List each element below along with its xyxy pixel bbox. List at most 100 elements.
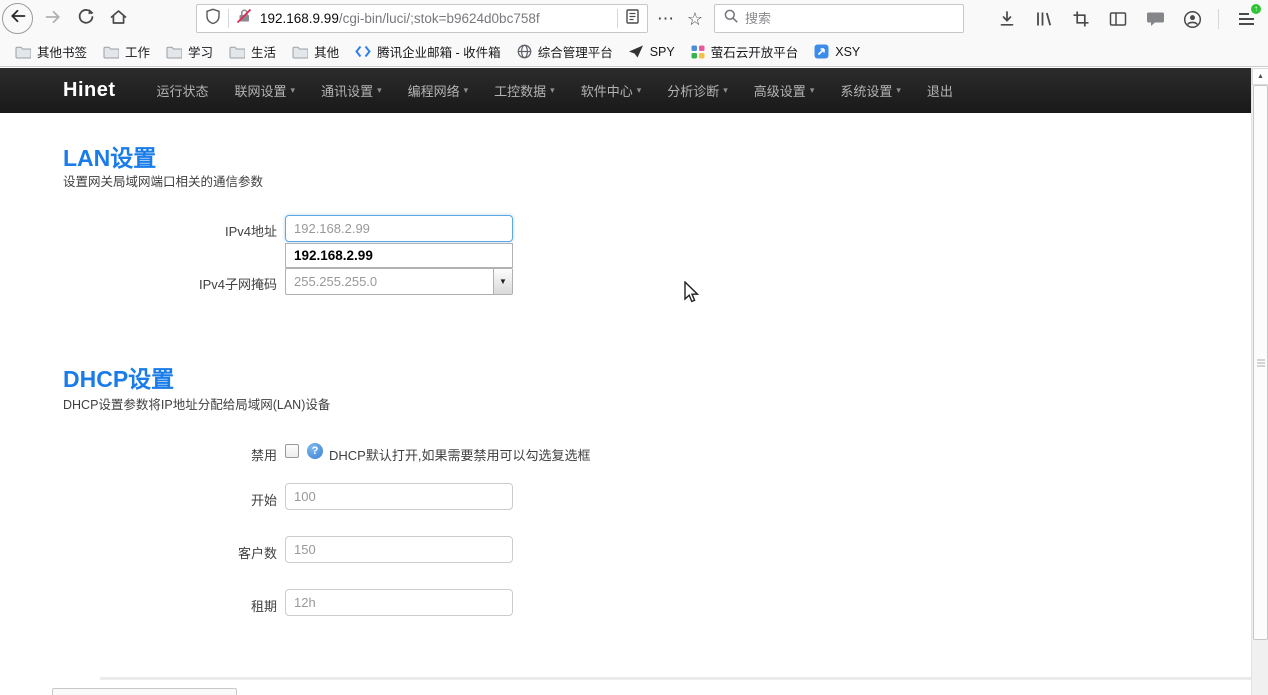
reload-button[interactable] — [74, 7, 98, 31]
dhcp-lease-input[interactable] — [285, 589, 513, 616]
nav-item-label: 分析诊断 — [667, 81, 719, 100]
account-icon — [1183, 10, 1202, 29]
page-scrollbar[interactable]: ▲ — [1251, 68, 1268, 695]
bookmark-label: 综合管理平台 — [538, 42, 613, 61]
nav-item-software-center[interactable]: 软件中心 ▾ — [568, 75, 655, 106]
caret-down-icon: ▾ — [637, 85, 642, 96]
bookmark-ezviz-platform[interactable]: 萤石云开放平台 — [683, 39, 807, 64]
screenshot-button[interactable] — [1070, 8, 1092, 30]
nav-item-status[interactable]: 运行状态 — [144, 75, 222, 106]
dhcp-disable-hint: DHCP默认打开,如果需要禁用可以勾选复选框 — [329, 445, 590, 464]
nav-item-industrial-data[interactable]: 工控数据▾ — [481, 75, 568, 106]
folder-icon — [166, 45, 182, 59]
nav-item-label: 联网设置 — [235, 81, 287, 100]
url-host: 192.168.9.99 — [260, 11, 339, 26]
forward-button[interactable] — [41, 7, 65, 31]
back-button[interactable] — [2, 3, 33, 34]
section-divider — [100, 677, 1251, 680]
update-badge: ↑ — [1249, 2, 1263, 16]
url-text: 192.168.9.99/cgi-bin/luci/;stok=b9624d0b… — [260, 11, 610, 26]
url-bar[interactable]: 192.168.9.99/cgi-bin/luci/;stok=b9624d0b… — [196, 4, 648, 33]
caret-down-icon: ▾ — [723, 85, 728, 96]
sidebar-button[interactable] — [1107, 8, 1129, 30]
folder-icon — [292, 45, 308, 59]
chat-bubble-icon — [1146, 11, 1165, 28]
nav-item-comm-settings[interactable]: 通讯设置▾ — [308, 75, 395, 106]
messages-button[interactable] — [1144, 8, 1166, 30]
app-menu-button[interactable]: ↑ — [1234, 7, 1258, 31]
partial-element — [52, 688, 237, 695]
shield-icon[interactable] — [205, 8, 221, 30]
nav-item-programming-network[interactable]: 编程网络 ▾ — [395, 75, 482, 106]
bookmark-folder-life[interactable]: 生活 — [221, 39, 284, 64]
page-actions-button[interactable]: ⋯ — [653, 6, 679, 32]
dhcp-disable-checkbox[interactable] — [285, 444, 299, 458]
bookmark-label: 工作 — [125, 42, 150, 61]
scrollbar-up-button[interactable]: ▲ — [1252, 68, 1268, 85]
account-button[interactable] — [1181, 8, 1203, 30]
ipv4-address-input[interactable] — [285, 215, 513, 242]
search-icon — [723, 8, 739, 29]
dhcp-limit-label: 客户数 — [62, 543, 277, 562]
site-navbar: Hinet 运行状态 联网设置▾ 通讯设置▾ 编程网络▾ 工控数据▾ 软件中心▾… — [0, 68, 1251, 113]
search-bar[interactable] — [714, 4, 964, 33]
sidebar-icon — [1109, 11, 1127, 27]
bookmark-label: 其他 — [314, 42, 339, 61]
back-arrow-icon — [9, 7, 27, 30]
paper-plane-icon — [629, 45, 644, 58]
url-separator-right — [617, 9, 618, 28]
bookmark-folder-work[interactable]: 工作 — [95, 39, 158, 64]
bookmark-label: 萤石云开放平台 — [711, 42, 799, 61]
page-content: LAN设置 设置网关局域网端口相关的通信参数 IPv4地址 192.168.2.… — [0, 113, 1251, 695]
search-input[interactable] — [745, 11, 955, 26]
folder-icon — [15, 45, 31, 59]
caret-down-icon: ▾ — [464, 85, 469, 96]
help-icon[interactable]: ? — [307, 443, 323, 459]
badge-arrow-icon: ↑ — [1254, 5, 1258, 13]
brand-logo[interactable]: Hinet — [63, 79, 116, 102]
autocomplete-item[interactable]: 192.168.2.99 — [294, 248, 373, 263]
dhcp-section-subtitle: DHCP设置参数将IP地址分配给局域网(LAN)设备 — [63, 394, 330, 413]
color-dots-icon — [691, 45, 705, 59]
nav-item-system-settings[interactable]: 系统设置▾ — [827, 75, 914, 106]
library-icon — [1035, 10, 1053, 28]
bookmark-folder-other-bookmarks[interactable]: 其他书签 — [7, 39, 95, 64]
library-button[interactable] — [1033, 8, 1055, 30]
bookmarks-bar: 其他书签 工作 学习 生活 其他 腾讯企业邮箱 - 收件箱 综合管理平台 SP — [0, 37, 1268, 67]
bookmark-folder-misc[interactable]: 其他 — [284, 39, 347, 64]
reload-icon — [77, 8, 95, 31]
bookmark-star-button[interactable]: ☆ — [682, 6, 708, 32]
nav-item-diagnostics[interactable]: 分析诊断 ▾ — [654, 75, 741, 106]
url-separator — [228, 9, 229, 28]
nav-item-label: 通讯设置 — [321, 81, 373, 100]
nav-item-advanced-settings[interactable]: 高级设置▾ — [741, 75, 828, 106]
bookmark-xsy[interactable]: XSY — [806, 41, 868, 62]
nav-item-network-settings[interactable]: 联网设置 ▾ — [222, 75, 309, 106]
dhcp-limit-input[interactable] — [285, 536, 513, 563]
bookmark-label: 腾讯企业邮箱 - 收件箱 — [377, 42, 501, 61]
download-button[interactable] — [996, 8, 1018, 30]
netmask-select[interactable]: 255.255.255.0 ▼ — [285, 268, 513, 295]
bookmark-spy[interactable]: SPY — [621, 42, 683, 62]
dhcp-start-input[interactable] — [285, 483, 513, 510]
ipv4-address-label: IPv4地址 — [62, 221, 277, 240]
crop-icon — [1072, 10, 1090, 28]
bookmark-management-platform[interactable]: 综合管理平台 — [509, 39, 621, 64]
home-icon — [109, 8, 128, 31]
caret-down-icon: ▾ — [291, 85, 296, 96]
toolbar-divider — [1218, 9, 1219, 29]
netmask-select-value: 255.255.255.0 — [286, 274, 493, 289]
select-dropdown-button[interactable]: ▼ — [493, 269, 512, 294]
insecure-lock-icon[interactable] — [236, 8, 252, 29]
nav-item-label: 软件中心 — [581, 81, 633, 100]
reader-mode-icon[interactable] — [625, 8, 640, 30]
nav-item-label: 退出 — [927, 81, 953, 100]
nav-item-logout[interactable]: 退出 — [914, 75, 966, 106]
scrollbar-thumb[interactable] — [1253, 85, 1268, 640]
bookmark-folder-study[interactable]: 学习 — [158, 39, 221, 64]
blue-arrow-icon — [814, 44, 829, 59]
home-button[interactable] — [106, 7, 130, 31]
bookmark-tencent-mail[interactable]: 腾讯企业邮箱 - 收件箱 — [347, 39, 509, 64]
nav-item-label: 编程网络 — [408, 81, 460, 100]
globe-icon — [517, 44, 532, 59]
